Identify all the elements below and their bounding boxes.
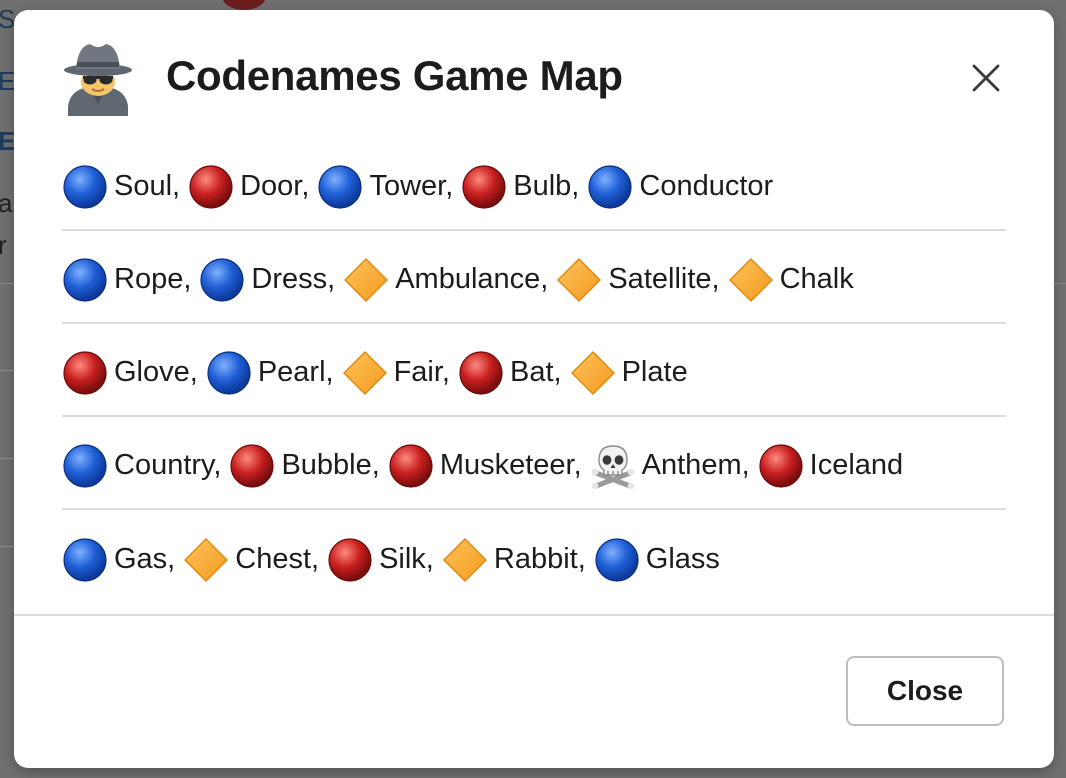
card-word: Tower,	[369, 170, 454, 202]
card-entry: Dress,	[199, 257, 335, 303]
card-entry: Plate	[570, 350, 688, 396]
map-row: Glove, Pearl, Fair, Bat, Plate	[62, 324, 1006, 417]
dialog-title: Codenames Game Map	[166, 52, 623, 99]
card-entry: Rope,	[62, 257, 191, 303]
blue-circle-icon	[206, 350, 252, 396]
card-word: Silk,	[379, 543, 434, 575]
card-entry: Glass	[594, 537, 720, 583]
card-word: Door,	[240, 170, 310, 202]
card-word: Musketeer,	[439, 449, 582, 481]
blue-circle-icon	[594, 537, 640, 583]
blue-circle-icon	[62, 537, 108, 583]
card-word: Ambulance,	[395, 263, 549, 295]
close-button[interactable]: Close	[846, 656, 1004, 726]
card-entry: Gas,	[62, 537, 175, 583]
spy-icon	[60, 40, 136, 116]
background-text: r	[0, 230, 7, 260]
card-entry: Country,	[62, 443, 221, 489]
blue-circle-icon	[587, 164, 633, 210]
footer-divider	[14, 614, 1054, 616]
red-circle-icon	[188, 164, 234, 210]
dialog-header: Codenames Game Map	[14, 10, 1054, 140]
card-entry: Tower,	[317, 164, 453, 210]
red-circle-icon	[458, 350, 504, 396]
card-entry: Soul,	[62, 164, 180, 210]
card-word: Conductor	[639, 170, 774, 202]
card-entry: Bubble,	[229, 443, 380, 489]
background-avatar	[222, 0, 266, 10]
card-entry: Iceland	[758, 443, 904, 489]
skull-crossbones-icon	[590, 443, 636, 489]
card-entry: Silk,	[327, 537, 434, 583]
close-icon[interactable]	[966, 58, 1006, 98]
card-entry: Satellite,	[556, 257, 720, 303]
card-entry: Ambulance,	[343, 257, 548, 303]
card-entry: Bulb,	[461, 164, 579, 210]
blue-circle-icon	[62, 164, 108, 210]
orange-diamond-icon	[342, 350, 388, 396]
red-circle-icon	[229, 443, 275, 489]
orange-diamond-icon	[728, 257, 774, 303]
background-divider	[0, 370, 14, 371]
blue-circle-icon	[199, 257, 245, 303]
red-circle-icon	[758, 443, 804, 489]
orange-diamond-icon	[183, 537, 229, 583]
orange-diamond-icon	[343, 257, 389, 303]
card-word: Dress,	[251, 263, 336, 295]
background-text: a	[0, 188, 13, 218]
card-word: Chest,	[235, 543, 320, 575]
map-row: Gas, Chest, Silk, Rabbit, Glass	[62, 510, 1006, 603]
map-row: Rope, Dress, Ambulance, Satellite, Chalk	[62, 231, 1006, 324]
card-entry: Fair,	[342, 350, 450, 396]
card-word: Pearl,	[257, 356, 334, 388]
card-word: Fair,	[393, 356, 450, 388]
card-word: Country,	[114, 449, 222, 481]
card-entry: Glove,	[62, 350, 198, 396]
orange-diamond-icon	[570, 350, 616, 396]
card-word: Chalk	[779, 263, 854, 295]
card-word: Rabbit,	[493, 543, 586, 575]
card-entry: Chest,	[183, 537, 319, 583]
card-word: Glass	[645, 543, 720, 575]
card-word: Glove,	[114, 356, 198, 388]
blue-circle-icon	[62, 443, 108, 489]
card-entry: Pearl,	[206, 350, 334, 396]
background-divider	[0, 546, 14, 547]
card-word: Bubble,	[281, 449, 380, 481]
card-word: Soul,	[114, 170, 181, 202]
card-entry: Door,	[188, 164, 309, 210]
game-map-rows: Soul, Door, Tower, Bulb, Conductor Rope, Dress…	[62, 138, 1006, 603]
card-word: Bulb,	[513, 170, 580, 202]
map-row: Country, Bubble, Musketeer, Anthem, Iceland	[62, 417, 1006, 510]
blue-circle-icon	[62, 257, 108, 303]
background-divider	[1054, 283, 1066, 284]
card-word: Gas,	[114, 543, 176, 575]
card-entry: Musketeer,	[388, 443, 582, 489]
red-circle-icon	[62, 350, 108, 396]
card-entry: Bat,	[458, 350, 562, 396]
card-entry: Conductor	[587, 164, 773, 210]
card-word: Plate	[621, 356, 688, 388]
codenames-map-dialog: Codenames Game Map Soul, Door, Tower, Bulb,…	[14, 10, 1054, 768]
orange-diamond-icon	[442, 537, 488, 583]
blue-circle-icon	[317, 164, 363, 210]
card-entry: Rabbit,	[442, 537, 586, 583]
orange-diamond-icon	[556, 257, 602, 303]
background-divider	[0, 458, 14, 459]
red-circle-icon	[327, 537, 373, 583]
background-divider	[0, 283, 14, 284]
card-word: Rope,	[114, 263, 192, 295]
card-word: Iceland	[809, 449, 904, 481]
map-row: Soul, Door, Tower, Bulb, Conductor	[62, 138, 1006, 231]
card-entry: Chalk	[728, 257, 854, 303]
card-word: Anthem,	[641, 449, 750, 481]
card-entry: Anthem,	[590, 443, 750, 489]
red-circle-icon	[388, 443, 434, 489]
card-word: Satellite,	[608, 263, 720, 295]
card-word: Bat,	[510, 356, 562, 388]
red-circle-icon	[461, 164, 507, 210]
